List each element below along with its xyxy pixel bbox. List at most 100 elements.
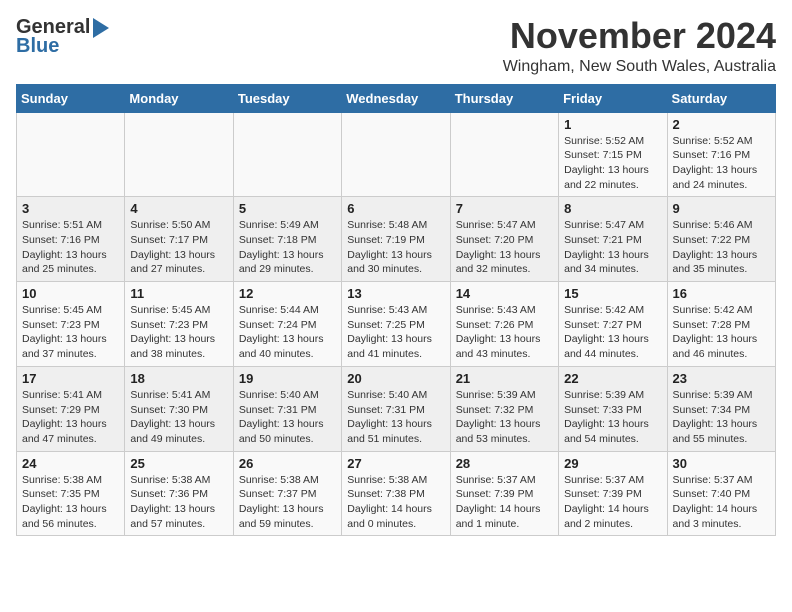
cell-info: Sunrise: 5:38 AM Sunset: 7:35 PM Dayligh… [22,473,119,532]
calendar-cell: 5Sunrise: 5:49 AM Sunset: 7:18 PM Daylig… [233,197,341,282]
calendar-cell: 4 Sunrise: 5:50 AM Sunset: 7:17 PM Daylig… [125,197,233,282]
calendar-cell: 9 Sunrise: 5:46 AM Sunset: 7:22 PM Daylig… [667,197,775,282]
calendar-day-header: Saturday [667,84,775,112]
day-number: 9 [673,201,770,216]
calendar-cell [233,112,341,197]
day-number: 10 [22,286,119,301]
cell-info: Sunrise: 5:50 AM Sunset: 7:17 PM Dayligh… [130,218,227,277]
calendar-cell: 3 Sunrise: 5:51 AM Sunset: 7:16 PM Daylig… [17,197,125,282]
cell-info: Sunrise: 5:52 AM Sunset: 7:15 PM Dayligh… [564,134,661,193]
calendar-header-row: SundayMondayTuesdayWednesdayThursdayFrid… [17,84,776,112]
day-number: 1 [564,117,661,132]
cell-info: Sunrise: 5:52 AM Sunset: 7:16 PM Dayligh… [673,134,770,193]
calendar-cell: 19 Sunrise: 5:40 AM Sunset: 7:31 PM Dayli… [233,366,341,451]
day-number: 14 [456,286,553,301]
cell-info: Sunrise: 5:38 AM Sunset: 7:38 PM Dayligh… [347,473,444,532]
cell-info: Sunrise: 5:42 AM Sunset: 7:27 PM Dayligh… [564,303,661,362]
calendar-cell: 30 Sunrise: 5:37 AM Sunset: 7:40 PM Dayli… [667,451,775,536]
cell-info: Sunrise: 5:40 AM Sunset: 7:31 PM Dayligh… [239,388,336,447]
calendar-week-row: 3 Sunrise: 5:51 AM Sunset: 7:16 PM Daylig… [17,197,776,282]
calendar-cell: 17 Sunrise: 5:41 AM Sunset: 7:29 PM Dayli… [17,366,125,451]
calendar-cell [17,112,125,197]
calendar-cell: 6 Sunrise: 5:48 AM Sunset: 7:19 PM Daylig… [342,197,450,282]
calendar-day-header: Friday [559,84,667,112]
cell-info: Sunrise: 5:51 AM Sunset: 7:16 PM Dayligh… [22,218,119,277]
cell-info: Sunrise: 5:39 AM Sunset: 7:34 PM Dayligh… [673,388,770,447]
cell-info: Sunrise: 5:45 AM Sunset: 7:23 PM Dayligh… [22,303,119,362]
calendar-cell: 11 Sunrise: 5:45 AM Sunset: 7:23 PM Dayli… [125,282,233,367]
day-number: 8 [564,201,661,216]
day-number: 7 [456,201,553,216]
day-number: 19 [239,371,336,386]
day-number: 16 [673,286,770,301]
cell-info: Sunrise: 5:37 AM Sunset: 7:39 PM Dayligh… [456,473,553,532]
calendar-cell: 18 Sunrise: 5:41 AM Sunset: 7:30 PM Dayli… [125,366,233,451]
calendar-cell: 26Sunrise: 5:38 AM Sunset: 7:37 PM Dayli… [233,451,341,536]
day-number: 25 [130,456,227,471]
calendar-cell: 28 Sunrise: 5:37 AM Sunset: 7:39 PM Dayli… [450,451,558,536]
day-number: 12 [239,286,336,301]
calendar-cell: 1 Sunrise: 5:52 AM Sunset: 7:15 PM Daylig… [559,112,667,197]
cell-info: Sunrise: 5:44 AM Sunset: 7:24 PM Dayligh… [239,303,336,362]
title-area: November 2024 Wingham, New South Wales, … [503,16,776,76]
day-number: 15 [564,286,661,301]
day-number: 28 [456,456,553,471]
calendar-cell: 7 Sunrise: 5:47 AM Sunset: 7:20 PM Daylig… [450,197,558,282]
calendar-cell: 24Sunrise: 5:38 AM Sunset: 7:35 PM Dayli… [17,451,125,536]
day-number: 4 [130,201,227,216]
cell-info: Sunrise: 5:43 AM Sunset: 7:25 PM Dayligh… [347,303,444,362]
day-number: 6 [347,201,444,216]
logo: General Blue [16,16,109,58]
cell-info: Sunrise: 5:48 AM Sunset: 7:19 PM Dayligh… [347,218,444,277]
cell-info: Sunrise: 5:37 AM Sunset: 7:39 PM Dayligh… [564,473,661,532]
day-number: 21 [456,371,553,386]
cell-info: Sunrise: 5:45 AM Sunset: 7:23 PM Dayligh… [130,303,227,362]
calendar-cell: 2Sunrise: 5:52 AM Sunset: 7:16 PM Daylig… [667,112,775,197]
cell-info: Sunrise: 5:43 AM Sunset: 7:26 PM Dayligh… [456,303,553,362]
cell-info: Sunrise: 5:37 AM Sunset: 7:40 PM Dayligh… [673,473,770,532]
day-number: 27 [347,456,444,471]
calendar-day-header: Sunday [17,84,125,112]
calendar-week-row: 10 Sunrise: 5:45 AM Sunset: 7:23 PM Dayli… [17,282,776,367]
day-number: 26 [239,456,336,471]
cell-info: Sunrise: 5:47 AM Sunset: 7:20 PM Dayligh… [456,218,553,277]
calendar-cell [450,112,558,197]
calendar-week-row: 17 Sunrise: 5:41 AM Sunset: 7:29 PM Dayli… [17,366,776,451]
day-number: 22 [564,371,661,386]
cell-info: Sunrise: 5:40 AM Sunset: 7:31 PM Dayligh… [347,388,444,447]
calendar-cell: 23 Sunrise: 5:39 AM Sunset: 7:34 PM Dayli… [667,366,775,451]
calendar-cell: 13 Sunrise: 5:43 AM Sunset: 7:25 PM Dayli… [342,282,450,367]
cell-info: Sunrise: 5:41 AM Sunset: 7:29 PM Dayligh… [22,388,119,447]
calendar-day-header: Thursday [450,84,558,112]
cell-info: Sunrise: 5:39 AM Sunset: 7:32 PM Dayligh… [456,388,553,447]
calendar-cell: 10 Sunrise: 5:45 AM Sunset: 7:23 PM Dayli… [17,282,125,367]
calendar-week-row: 24Sunrise: 5:38 AM Sunset: 7:35 PM Dayli… [17,451,776,536]
day-number: 30 [673,456,770,471]
day-number: 29 [564,456,661,471]
day-number: 17 [22,371,119,386]
cell-info: Sunrise: 5:49 AM Sunset: 7:18 PM Dayligh… [239,218,336,277]
logo-blue-text: Blue [16,35,59,58]
calendar-cell [125,112,233,197]
location-subtitle: Wingham, New South Wales, Australia [503,58,776,76]
cell-info: Sunrise: 5:46 AM Sunset: 7:22 PM Dayligh… [673,218,770,277]
day-number: 23 [673,371,770,386]
calendar-cell: 8 Sunrise: 5:47 AM Sunset: 7:21 PM Daylig… [559,197,667,282]
calendar-cell [342,112,450,197]
calendar-cell: 16Sunrise: 5:42 AM Sunset: 7:28 PM Dayli… [667,282,775,367]
calendar-body: 1 Sunrise: 5:52 AM Sunset: 7:15 PM Daylig… [17,112,776,536]
day-number: 3 [22,201,119,216]
calendar-cell: 14 Sunrise: 5:43 AM Sunset: 7:26 PM Dayli… [450,282,558,367]
calendar-cell: 12 Sunrise: 5:44 AM Sunset: 7:24 PM Dayli… [233,282,341,367]
cell-info: Sunrise: 5:38 AM Sunset: 7:36 PM Dayligh… [130,473,227,532]
calendar-table: SundayMondayTuesdayWednesdayThursdayFrid… [16,84,776,537]
calendar-day-header: Tuesday [233,84,341,112]
calendar-day-header: Wednesday [342,84,450,112]
cell-info: Sunrise: 5:41 AM Sunset: 7:30 PM Dayligh… [130,388,227,447]
day-number: 13 [347,286,444,301]
cell-info: Sunrise: 5:39 AM Sunset: 7:33 PM Dayligh… [564,388,661,447]
day-number: 11 [130,286,227,301]
cell-info: Sunrise: 5:47 AM Sunset: 7:21 PM Dayligh… [564,218,661,277]
day-number: 18 [130,371,227,386]
calendar-day-header: Monday [125,84,233,112]
